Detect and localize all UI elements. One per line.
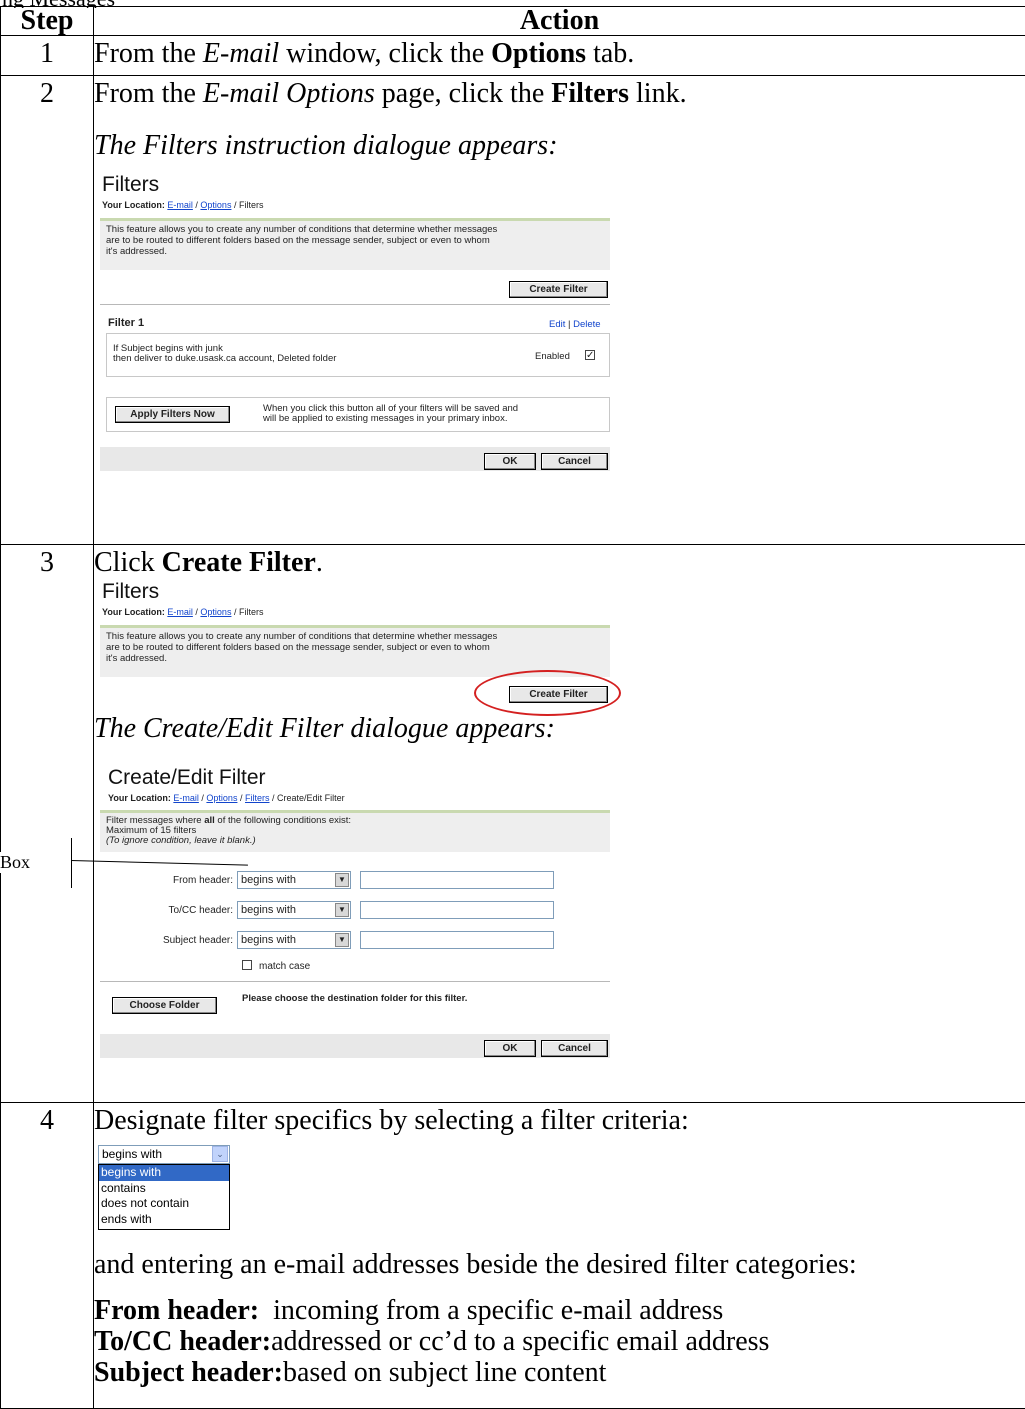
- col-step: Step: [1, 7, 94, 36]
- info-note: This feature allows you to create any nu…: [100, 625, 610, 677]
- filter-name: Filter 1: [108, 317, 144, 329]
- def-tocc: To/CC header:addressed or cc’d to a spec…: [94, 1326, 1025, 1357]
- step-action: From the E-mail window, click the Option…: [94, 36, 1025, 76]
- tocc-header-label: To/CC header:: [134, 905, 233, 916]
- callout-label: Box: [0, 852, 34, 873]
- crumb-filters[interactable]: Filters: [245, 793, 270, 803]
- create-edit-screenshot: Create/Edit Filter Your Location: E-mail…: [94, 755, 1025, 1085]
- cancel-button[interactable]: Cancel: [541, 453, 608, 470]
- chevron-down-icon[interactable]: ▼: [335, 873, 349, 887]
- enabled-checkbox[interactable]: ✓: [585, 350, 595, 360]
- panel-title: Filters: [102, 174, 159, 196]
- crumb-options[interactable]: Options: [200, 200, 231, 210]
- edit-link[interactable]: Edit: [549, 319, 565, 330]
- tocc-header-input[interactable]: [360, 901, 554, 919]
- crumb-email[interactable]: E-mail: [173, 793, 199, 803]
- step-action: Click Create Filter. Filters Your Locati…: [94, 545, 1025, 1103]
- step-action: From the E-mail Options page, click the …: [94, 76, 1025, 545]
- dropdown-option[interactable]: contains: [99, 1181, 229, 1197]
- apply-filters-now-button[interactable]: Apply Filters Now: [115, 406, 230, 423]
- crumb-email[interactable]: E-mail: [167, 607, 193, 617]
- apply-description: When you click this button all of your f…: [263, 404, 518, 424]
- dropdown-option[interactable]: begins with: [99, 1165, 229, 1181]
- step-row-3: 3 Click Create Filter. Filters Your Loca…: [1, 545, 1025, 1103]
- dropdown-current[interactable]: begins with: [98, 1145, 230, 1164]
- chevron-down-icon[interactable]: ▼: [335, 903, 349, 917]
- caption: The Create/Edit Filter dialogue appears:: [94, 711, 1025, 747]
- definitions: From header: incoming from a specific e-…: [94, 1295, 1025, 1388]
- step-number: 1: [1, 36, 94, 76]
- crumb-options[interactable]: Options: [206, 793, 237, 803]
- choose-folder-note: Please choose the destination folder for…: [242, 993, 467, 1004]
- panel-title: Filters: [102, 581, 159, 603]
- def-subject: Subject header:based on subject line con…: [94, 1357, 1025, 1388]
- chevron-down-icon[interactable]: ⌄: [212, 1146, 228, 1162]
- match-case-label: match case: [259, 961, 310, 972]
- breadcrumb: Your Location: E-mail / Options / Filter…: [102, 200, 264, 210]
- filter-rule: If Subject begins with junk then deliver…: [113, 344, 336, 364]
- cancel-button[interactable]: Cancel: [541, 1040, 608, 1057]
- callout-line: [71, 860, 248, 866]
- filter-rule-box: If Subject begins with junk then deliver…: [106, 333, 610, 377]
- apply-box: Apply Filters Now When you click this bu…: [106, 397, 610, 432]
- criteria-dropdown: begins with ⌄ begins with contains does …: [91, 1141, 1025, 1233]
- crumb-email[interactable]: E-mail: [167, 200, 193, 210]
- step-row-1: 1 From the E-mail window, click the Opti…: [1, 36, 1025, 76]
- highlight-ellipse: [474, 670, 621, 716]
- create-filter-screenshot: Filters Your Location: E-mail / Options …: [94, 581, 1025, 703]
- from-criteria-select[interactable]: begins with▼: [237, 871, 351, 889]
- col-action: Action: [94, 7, 1025, 36]
- dropdown-option[interactable]: does not contain: [99, 1196, 229, 1212]
- steps-table: Step Action 1 From the E-mail window, cl…: [0, 6, 1025, 1409]
- subject-criteria-select[interactable]: begins with▼: [237, 931, 351, 949]
- dropdown-option[interactable]: ends with: [99, 1212, 229, 1228]
- chevron-down-icon[interactable]: ▼: [335, 933, 349, 947]
- dropdown-list: begins with contains does not contain en…: [98, 1164, 230, 1230]
- breadcrumb: Your Location: E-mail / Options / Filter…: [102, 607, 264, 617]
- filter-actions: Edit | Delete: [549, 319, 601, 330]
- callout-bracket: [71, 838, 72, 888]
- panel-title: Create/Edit Filter: [108, 767, 266, 789]
- delete-link[interactable]: Delete: [573, 319, 600, 330]
- step-row-4: 4 Designate filter specifics by selectin…: [1, 1103, 1025, 1409]
- tocc-criteria-select[interactable]: begins with▼: [237, 901, 351, 919]
- choose-folder-button[interactable]: Choose Folder: [112, 997, 217, 1014]
- subject-header-label: Subject header:: [124, 935, 233, 946]
- step-number: 4: [1, 1103, 94, 1409]
- step-row-2: 2 From the E-mail Options page, click th…: [1, 76, 1025, 545]
- step-4-intro: Designate filter specifics by selecting …: [94, 1103, 1025, 1139]
- header-row: Step Action: [1, 7, 1025, 36]
- step-number: 3: [1, 545, 94, 1103]
- step-action: Designate filter specifics by selecting …: [94, 1103, 1025, 1409]
- caption: The Filters instruction dialogue appears…: [94, 128, 1025, 164]
- breadcrumb: Your Location: E-mail / Options / Filter…: [108, 793, 345, 803]
- from-header-input[interactable]: [360, 871, 554, 889]
- create-filter-button[interactable]: Create Filter: [509, 281, 608, 298]
- subject-header-input[interactable]: [360, 931, 554, 949]
- def-from: From header: incoming from a specific e-…: [94, 1295, 1025, 1326]
- ok-button[interactable]: OK: [484, 1040, 536, 1057]
- step-4-details: and entering an e-mail addresses beside …: [94, 1247, 1025, 1283]
- crumb-options[interactable]: Options: [200, 607, 231, 617]
- callout: Box: [0, 838, 250, 898]
- info-note: This feature allows you to create any nu…: [100, 218, 610, 270]
- enabled-label: Enabled: [535, 351, 570, 362]
- step-number: 2: [1, 76, 94, 545]
- ok-button[interactable]: OK: [484, 453, 536, 470]
- filters-screenshot: Filters Your Location: E-mail / Options …: [94, 174, 1025, 544]
- match-case-checkbox[interactable]: [242, 960, 252, 970]
